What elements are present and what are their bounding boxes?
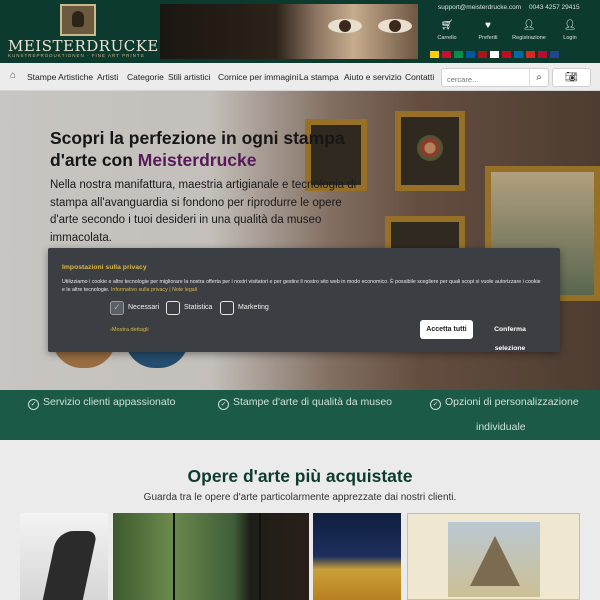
check-circle-icon: ✓ [28,399,39,410]
language-flag-icon[interactable] [430,51,439,58]
checkbox-label: Necessari [128,304,160,311]
login-label: Login [563,35,577,41]
language-flag-icon[interactable] [526,51,535,58]
header-banner-image[interactable] [160,4,418,59]
section-title: Opere d'arte più acquistate [187,466,413,486]
cart-icon: 🛒︎ [440,20,454,31]
image-search-button[interactable]: 📷︎ [552,68,591,87]
nav-item-la-stampa[interactable]: La stampa [299,72,339,82]
language-flag-icon[interactable] [538,51,547,58]
favorites-button[interactable]: ♥ Preferiti [468,20,508,41]
language-flag-icon[interactable] [550,51,559,58]
checkbox-checked-icon: ✓ [110,301,124,315]
search-box: ⌕ [441,68,549,88]
benefit-label-continued: individuale [476,421,526,433]
confirm-selection-button[interactable]: Conferma selezione [478,320,542,352]
register-label: Registrazione [512,35,546,41]
check-circle-icon: ✓ [218,399,229,410]
benefit-item: ✓ Servizio clienti appassionato [28,396,176,410]
favorites-label: Preferiti [478,35,498,41]
nav-item-contatti[interactable]: Contatti [405,72,434,82]
check-circle-icon: ✓ [430,399,441,410]
support-phone-link[interactable]: 0043 4257 29415 [529,4,580,11]
nav-item-stili-artistici[interactable]: Stili artistici [168,72,211,82]
legal-notes-link[interactable]: Note legali [172,287,197,293]
eye-image [328,19,362,33]
language-flag-icon[interactable] [502,51,511,58]
nav-item-categorie[interactable]: Categorie [127,72,164,82]
accept-all-button[interactable]: Accetta tutti [420,320,473,339]
nav-item-cornice-per-immagini[interactable]: Cornice per immagini [218,72,298,82]
camera-icon: 📷︎ [565,72,578,83]
language-flag-icon[interactable] [442,51,451,58]
user-plus-icon: 👤︎ [522,20,536,31]
artwork-thumbnail[interactable] [407,513,580,600]
language-flag-icon[interactable] [514,51,523,58]
artwork-thumbnail[interactable] [20,513,108,600]
search-input[interactable] [442,71,526,88]
benefit-label: Servizio clienti appassionato [43,396,176,408]
register-button[interactable]: 👤︎ Registrazione [509,20,549,41]
benefit-label: Opzioni di personalizzazione [445,396,579,408]
language-flag-icon[interactable] [490,51,499,58]
search-icon[interactable]: ⌕ [529,69,548,86]
language-flag-icon[interactable] [466,51,475,58]
benefit-item: ✓ Opzioni di personalizzazione [430,396,579,410]
show-details-label: Mostra dettagli [111,327,149,333]
nav-item-artisti[interactable]: Artisti [97,72,118,82]
logo-emblem-icon [60,4,96,36]
checkbox-label: Marketing [238,304,269,311]
artwork-thumbnail[interactable] [313,513,401,600]
benefit-item: ✓ Stampe d'arte di qualità da museo [218,396,392,410]
show-details-link[interactable]: ›Mostra dettagli [110,327,149,333]
nav-item-aiuto-e-servizio[interactable]: Aiuto e servizio [344,72,402,82]
cart-button[interactable]: 🛒︎ Carrello [427,20,467,41]
cart-label: Carrello [437,35,457,41]
brand-tagline: KUNSTREPRODUKTIONEN · FINE ART PRINTS [8,53,145,58]
privacy-policy-link[interactable]: Informativo sulla privacy [111,287,168,293]
heart-icon: ♥ [485,20,491,31]
site-header: MEISTERDRUCKE KUNSTREPRODUKTIONEN · FINE… [0,0,600,63]
home-icon[interactable]: ⌂ [10,70,16,81]
cookie-dialog-text: Utilizziamo i cookie e altre tecnologie … [62,278,542,294]
checkbox-label: Statistica [184,304,213,311]
checkbox-empty-icon [220,301,234,315]
section-subtitle: Guarda tra le opere d'arte particolarmen… [143,492,457,503]
artwork-thumbnail[interactable] [113,513,309,600]
nav-item-stampe-artistiche[interactable]: Stampe Artistiche [27,72,93,82]
user-icon: 👤︎ [563,20,577,31]
support-email-link[interactable]: support@meisterdrucke.com [438,4,521,11]
brand-logo[interactable]: MEISTERDRUCKE KUNSTREPRODUKTIONEN · FINE… [8,4,158,58]
main-nav: ⌂ Stampe Artistiche Artisti Categorie St… [0,63,600,91]
checkbox-empty-icon [166,301,180,315]
cookie-dialog-title: Impostazioni sulla privacy [62,264,147,271]
language-flag-icon[interactable] [478,51,487,58]
benefit-label: Stampe d'arte di qualità da museo [233,396,393,408]
language-flag-icon[interactable] [454,51,463,58]
language-flags [430,51,559,59]
login-button[interactable]: 👤︎ Login [550,20,590,41]
eye-image [378,19,412,33]
